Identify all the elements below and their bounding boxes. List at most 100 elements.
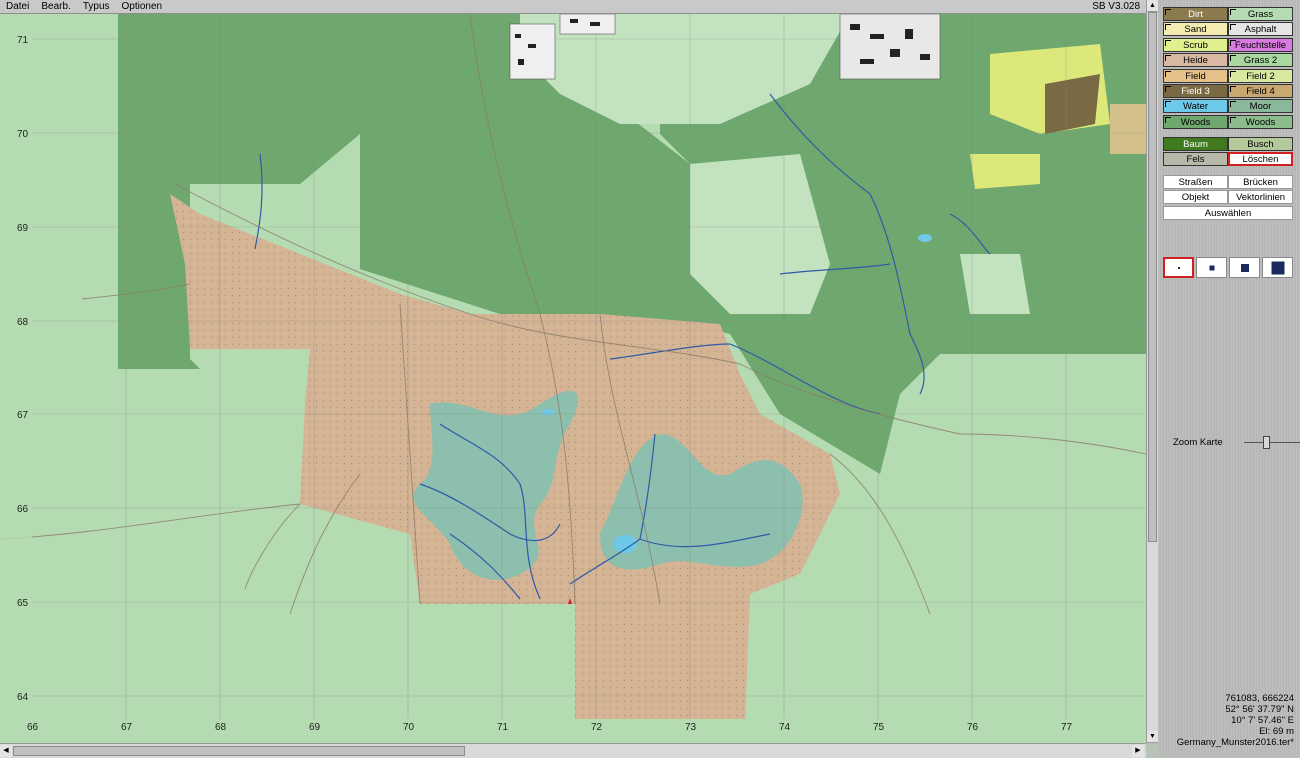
terrain-moor-button[interactable]: Moor — [1228, 99, 1293, 114]
file-name: Germany_Munster2016.ter* — [1176, 737, 1294, 748]
tool-straßen-button[interactable]: Straßen — [1163, 175, 1228, 189]
button-label: Asphalt — [1244, 24, 1277, 36]
scroll-down-icon[interactable]: ▼ — [1147, 731, 1158, 743]
terrain-scrub-button[interactable]: Scrub — [1163, 37, 1228, 52]
zoom-control: Zoom Karte — [1173, 436, 1300, 450]
button-label: Field 2 — [1246, 70, 1275, 82]
terrain-dirt-button[interactable]: Dirt — [1163, 7, 1228, 21]
vegetation-fels-button[interactable]: Fels — [1163, 152, 1228, 167]
x-tick: 70 — [403, 722, 415, 733]
corner-marker-icon — [1230, 39, 1236, 46]
x-tick: 68 — [215, 722, 227, 733]
tool-vektorlinien-button[interactable]: Vektorlinien — [1228, 190, 1293, 205]
terrain-field-4-button[interactable]: Field 4 — [1228, 83, 1293, 98]
button-label: Straßen — [1178, 177, 1213, 188]
corner-marker-icon — [1230, 55, 1236, 62]
vegetation-löschen-button[interactable]: Löschen — [1228, 152, 1293, 167]
vertical-scrollbar[interactable]: ▲ ▼ — [1146, 0, 1158, 743]
zoom-slider-track[interactable] — [1244, 442, 1300, 443]
terrain-heide-button[interactable]: Heide — [1163, 53, 1228, 68]
button-label: Sand — [1184, 24, 1207, 36]
brush-dot-icon — [1240, 263, 1249, 272]
zoom-label: Zoom Karte — [1173, 437, 1223, 448]
scroll-up-icon[interactable]: ▲ — [1147, 0, 1158, 12]
button-label: Woods — [1180, 116, 1211, 128]
terrain-feuchtstelle-button[interactable]: Feuchtstelle — [1228, 37, 1293, 52]
elevation-readout: El: 69 m — [1259, 726, 1294, 737]
button-label: Brücken — [1243, 177, 1278, 188]
terrain-woods-button[interactable]: Woods — [1228, 114, 1293, 129]
terrain-sand-button[interactable]: Sand — [1163, 22, 1228, 37]
tool-panel: Dirt Grass Sand Asphalt Scrub Feuchtstelle Hei… — [1158, 0, 1300, 757]
brush-size-4-button[interactable] — [1262, 257, 1293, 278]
button-label: Baum — [1183, 139, 1208, 150]
terrain-grass-2-button[interactable]: Grass 2 — [1228, 53, 1293, 68]
scroll-right-icon[interactable]: ▶ — [1132, 745, 1144, 757]
corner-marker-icon — [1230, 101, 1236, 108]
button-label: Vektorlinien — [1235, 192, 1286, 204]
x-tick: 75 — [873, 722, 885, 733]
axis-gutter — [0, 14, 32, 743]
button-label: Busch — [1247, 139, 1274, 150]
brush-size-1-button[interactable] — [1163, 257, 1194, 278]
menu-datei[interactable]: Datei — [0, 0, 35, 13]
terrain-asphalt-button[interactable]: Asphalt — [1228, 22, 1293, 37]
brush-size-3-button[interactable] — [1229, 257, 1260, 278]
brush-size-selector — [1163, 257, 1293, 278]
terrain-map[interactable]: 71 70 69 68 67 66 65 64 66 67 68 69 70 7… — [0, 14, 1146, 743]
button-label: Fels — [1186, 154, 1205, 166]
brush-dot-icon — [1177, 266, 1180, 269]
button-label: Heide — [1183, 55, 1208, 67]
tool-auswählen-button[interactable]: Auswählen — [1163, 205, 1293, 220]
zoom-slider-knob[interactable] — [1263, 436, 1271, 449]
button-label: Woods — [1245, 116, 1276, 128]
vegetation-palette: Baum Busch Fels Löschen — [1163, 137, 1293, 168]
terrain-water-button[interactable]: Water — [1163, 99, 1228, 114]
y-tick: 71 — [17, 35, 29, 46]
terrain-field-button[interactable]: Field — [1163, 68, 1228, 83]
brush-size-2-button[interactable] — [1196, 257, 1227, 278]
y-tick: 68 — [17, 317, 29, 328]
y-tick: 69 — [17, 223, 29, 234]
terrain-palette: Dirt Grass Sand Asphalt Scrub Feuchtstelle Hei… — [1163, 7, 1293, 130]
coords-readout: 761083, 666224 — [1225, 693, 1294, 704]
tool-brücken-button[interactable]: Brücken — [1228, 175, 1293, 189]
x-tick: 77 — [1061, 722, 1073, 733]
terrain-grass-button[interactable]: Grass — [1228, 7, 1293, 21]
corner-marker-icon — [1230, 9, 1236, 15]
tool-buttons: Straßen Brücken Objekt Vektorlinien Auswähle… — [1163, 175, 1293, 221]
button-label: Water — [1183, 101, 1208, 113]
button-label: Scrub — [1183, 39, 1208, 51]
vertical-scroll-thumb[interactable] — [1148, 12, 1157, 542]
x-tick: 66 — [27, 722, 39, 733]
terrain-field-3-button[interactable]: Field 3 — [1163, 83, 1228, 98]
corner-marker-icon — [1165, 55, 1171, 62]
x-tick: 76 — [967, 722, 979, 733]
x-tick: 73 — [685, 722, 697, 733]
village — [509, 23, 556, 80]
horizontal-scrollbar[interactable]: ◀ ▶ — [0, 743, 1146, 758]
corner-marker-icon — [1230, 85, 1236, 92]
menu-bar: Datei Bearb. Typus Optionen SB V3.028 — [0, 0, 1146, 14]
menu-typus[interactable]: Typus — [77, 0, 116, 13]
field-area — [1110, 104, 1146, 154]
scroll-left-icon[interactable]: ◀ — [0, 745, 12, 757]
button-label: Auswählen — [1204, 207, 1252, 219]
horizontal-scroll-thumb[interactable] — [13, 746, 465, 756]
terrain-woods-button[interactable]: Woods — [1163, 114, 1228, 129]
brush-dot-icon — [1271, 261, 1284, 274]
y-tick: 70 — [17, 129, 29, 140]
x-tick: 74 — [779, 722, 791, 733]
button-label: Dirt — [1188, 9, 1203, 20]
button-label: Grass — [1247, 9, 1274, 20]
menu-optionen[interactable]: Optionen — [116, 0, 169, 13]
terrain-field-2-button[interactable]: Field 2 — [1228, 68, 1293, 83]
y-tick: 64 — [17, 692, 29, 703]
menu-bearb[interactable]: Bearb. — [35, 0, 76, 13]
map-canvas[interactable]: 71 70 69 68 67 66 65 64 66 67 68 69 70 7… — [0, 14, 1146, 743]
vegetation-baum-button[interactable]: Baum — [1163, 137, 1228, 151]
tool-objekt-button[interactable]: Objekt — [1163, 190, 1228, 205]
button-label: Field 3 — [1181, 85, 1210, 97]
longitude-readout: 10° 7' 57.46" E — [1231, 715, 1294, 726]
vegetation-busch-button[interactable]: Busch — [1228, 137, 1293, 151]
